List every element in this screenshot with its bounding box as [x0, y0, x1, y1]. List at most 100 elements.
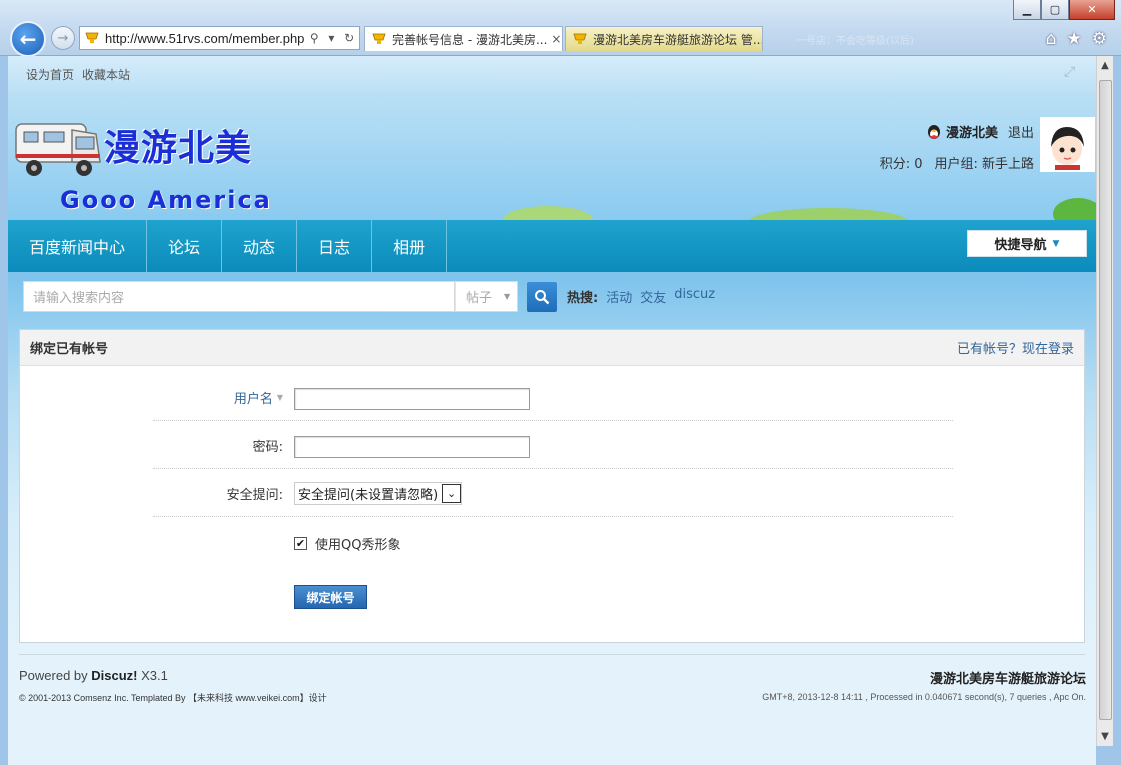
set-homepage-link[interactable]: 设为首页 — [26, 66, 74, 83]
favorites-star-icon[interactable]: ★ — [1067, 29, 1082, 49]
back-button[interactable]: ← — [10, 21, 46, 57]
background-text: 一号店：不会吃等级(以后) — [796, 36, 914, 47]
search-icon[interactable]: ⚲ — [310, 31, 319, 45]
discuz-link[interactable]: Discuz! — [91, 668, 137, 683]
nav-item-blog[interactable]: 日志 — [297, 220, 373, 272]
address-url[interactable]: http://www.51rvs.com/member.php — [105, 31, 305, 46]
rv-truck-logo — [15, 123, 101, 176]
cartoon-avatar-icon — [1042, 119, 1093, 170]
address-bar[interactable]: http://www.51rvs.com/member.php ⚲ ▾ ↻ — [79, 26, 360, 50]
settings-gear-icon[interactable]: ⚙ — [1092, 29, 1107, 49]
search-type-value: 帖子 — [466, 291, 493, 306]
caret-down-icon: ▼ — [276, 393, 283, 402]
tab-inactive[interactable]: 漫游北美房车游艇旅游论坛 管... — [565, 26, 763, 51]
hot-search-label: 热搜: — [567, 291, 599, 306]
tab-label: 完善帐号信息 - 漫游北美房... — [392, 32, 548, 47]
user-info: 漫游北美 退出 积分: 0 用户组: 新手上路 — [880, 122, 1034, 172]
logo-chinese-title: 漫游北美 — [104, 128, 253, 169]
chevron-down-icon: ⌄ — [442, 484, 462, 503]
minimize-button[interactable]: ▁ — [1013, 0, 1041, 20]
quick-nav-label: 快捷导航 — [994, 238, 1047, 253]
username-row: 用户名 ▼ — [153, 374, 953, 421]
hot-link-activity[interactable]: 活动 — [606, 287, 632, 306]
browser-chrome: ▁ ▢ ✕ ← → http://www.51rvs.com/member.ph… — [0, 0, 1121, 57]
vertical-scrollbar[interactable]: ▲ ▼ — [1096, 56, 1113, 746]
close-window-button[interactable]: ✕ — [1069, 0, 1115, 20]
address-controls: ⚲ ▾ ↻ — [305, 31, 359, 45]
page-viewport: 设为首页 收藏本站 ⤢ 漫游北美 Gooo America 漫游北美 退出 积分… — [8, 56, 1096, 765]
security-question-label: 安全提问: — [226, 488, 283, 503]
login-now-link[interactable]: 已有帐号？现在登录 — [957, 338, 1074, 357]
footer-divider — [19, 654, 1085, 655]
qq-penguin-icon — [927, 124, 940, 139]
caret-down-icon: ▼ — [1052, 238, 1060, 249]
check-icon: ✔ — [295, 537, 306, 550]
powered-version: X3.1 — [137, 668, 168, 683]
dropdown-icon[interactable]: ▾ — [328, 31, 334, 45]
username-field[interactable] — [294, 388, 530, 410]
scroll-up-icon[interactable]: ▲ — [1097, 56, 1113, 75]
user-group-text[interactable]: 用户组: 新手上路 — [934, 153, 1034, 172]
tab-favicon-icon — [372, 33, 386, 44]
qq-show-option[interactable]: ✔ 使用QQ秀形象 — [294, 534, 400, 553]
maximize-button[interactable]: ▢ — [1041, 0, 1069, 20]
copyright-text: © 2001-2013 Comsenz Inc. Templated By 【未… — [19, 693, 327, 703]
qq-show-checkbox[interactable]: ✔ — [294, 537, 307, 550]
logo-english-title: Gooo America — [60, 186, 272, 214]
panel-header: 绑定已有帐号 已有帐号？现在登录 — [20, 330, 1084, 366]
main-navbar: 百度新闻中心 论坛 动态 日志 相册 — [8, 220, 1096, 272]
search-placeholder: 请输入搜索内容 — [33, 291, 125, 306]
window-frame — [1113, 56, 1121, 765]
security-question-select[interactable]: 安全提问(未设置请忽略) ⌄ — [294, 482, 463, 505]
tab-favicon-icon — [573, 33, 587, 44]
nav-item-forum[interactable]: 论坛 — [147, 220, 223, 272]
forward-button[interactable]: → — [51, 26, 75, 50]
top-links: 设为首页 收藏本站 — [26, 66, 130, 83]
nav-item-activity[interactable]: 动态 — [222, 220, 298, 272]
search-type-select[interactable]: 帖子 ▼ — [455, 281, 518, 312]
hot-link-friends[interactable]: 交友 — [640, 287, 666, 306]
close-tab-icon[interactable]: × — [547, 32, 561, 46]
hills-decoration — [503, 198, 1096, 222]
bookmark-site-link[interactable]: 收藏本站 — [82, 66, 130, 83]
footer-stats: GMT+8, 2013-12-8 14:11 , Processed in 0.… — [762, 692, 1086, 702]
fullscreen-icon[interactable]: ⤢ — [1064, 64, 1075, 80]
site-logo[interactable]: 漫游北美 Gooo America — [12, 106, 272, 216]
username-label[interactable]: 用户名 ▼ — [153, 374, 283, 421]
site-favicon-icon — [85, 32, 99, 43]
powered-by: Powered by Discuz! X3.1 — [19, 668, 168, 683]
points-text[interactable]: 积分: 0 — [880, 153, 923, 172]
user-name-link[interactable]: 漫游北美 — [926, 122, 998, 141]
password-label: 密码: — [252, 440, 283, 455]
back-arrow-icon: ← — [19, 27, 37, 51]
search-icon — [535, 289, 550, 304]
scroll-down-icon[interactable]: ▼ — [1097, 727, 1113, 746]
qq-show-label[interactable]: 使用QQ秀形象 — [315, 534, 400, 553]
refresh-icon[interactable]: ↻ — [344, 31, 354, 45]
password-row: 密码: — [153, 422, 953, 469]
scrollbar-thumb[interactable] — [1099, 80, 1112, 720]
window-controls: ▁ ▢ ✕ — [1013, 0, 1115, 20]
bind-account-button[interactable]: 绑定帐号 — [294, 585, 367, 609]
search-bar: 请输入搜索内容 帖子 ▼ 热搜: 活动 交友 discuz — [23, 281, 715, 312]
logout-link[interactable]: 退出 — [1008, 122, 1034, 141]
nav-item-album[interactable]: 相册 — [372, 220, 448, 272]
security-question-row: 安全提问: 安全提问(未设置请忽略) ⌄ — [153, 470, 953, 517]
tab-label: 漫游北美房车游艇旅游论坛 管... — [593, 32, 763, 47]
search-button[interactable] — [527, 281, 557, 312]
home-icon[interactable]: ⌂ — [1046, 29, 1057, 49]
panel-title: 绑定已有帐号 — [30, 342, 109, 357]
nav-item-baidu-news[interactable]: 百度新闻中心 — [8, 220, 148, 272]
username-label-text: 用户名 — [233, 392, 273, 407]
quick-nav-button[interactable]: 快捷导航 ▼ — [967, 230, 1087, 257]
tab-active[interactable]: 完善帐号信息 - 漫游北美房... × — [364, 26, 563, 51]
bind-account-panel: 绑定已有帐号 已有帐号？现在登录 用户名 ▼ 密码: 安全提问: 安全提问(未设… — [19, 329, 1085, 643]
password-field[interactable] — [294, 436, 530, 458]
search-input[interactable]: 请输入搜索内容 — [23, 281, 455, 312]
qq-show-row: ✔ 使用QQ秀形象 — [153, 518, 953, 565]
caret-down-icon: ▼ — [504, 292, 511, 301]
avatar[interactable] — [1040, 117, 1095, 172]
footer-site-name[interactable]: 漫游北美房车游艇旅游论坛 — [930, 668, 1086, 687]
username[interactable]: 漫游北美 — [946, 122, 998, 141]
hot-link-discuz[interactable]: discuz — [674, 287, 715, 306]
